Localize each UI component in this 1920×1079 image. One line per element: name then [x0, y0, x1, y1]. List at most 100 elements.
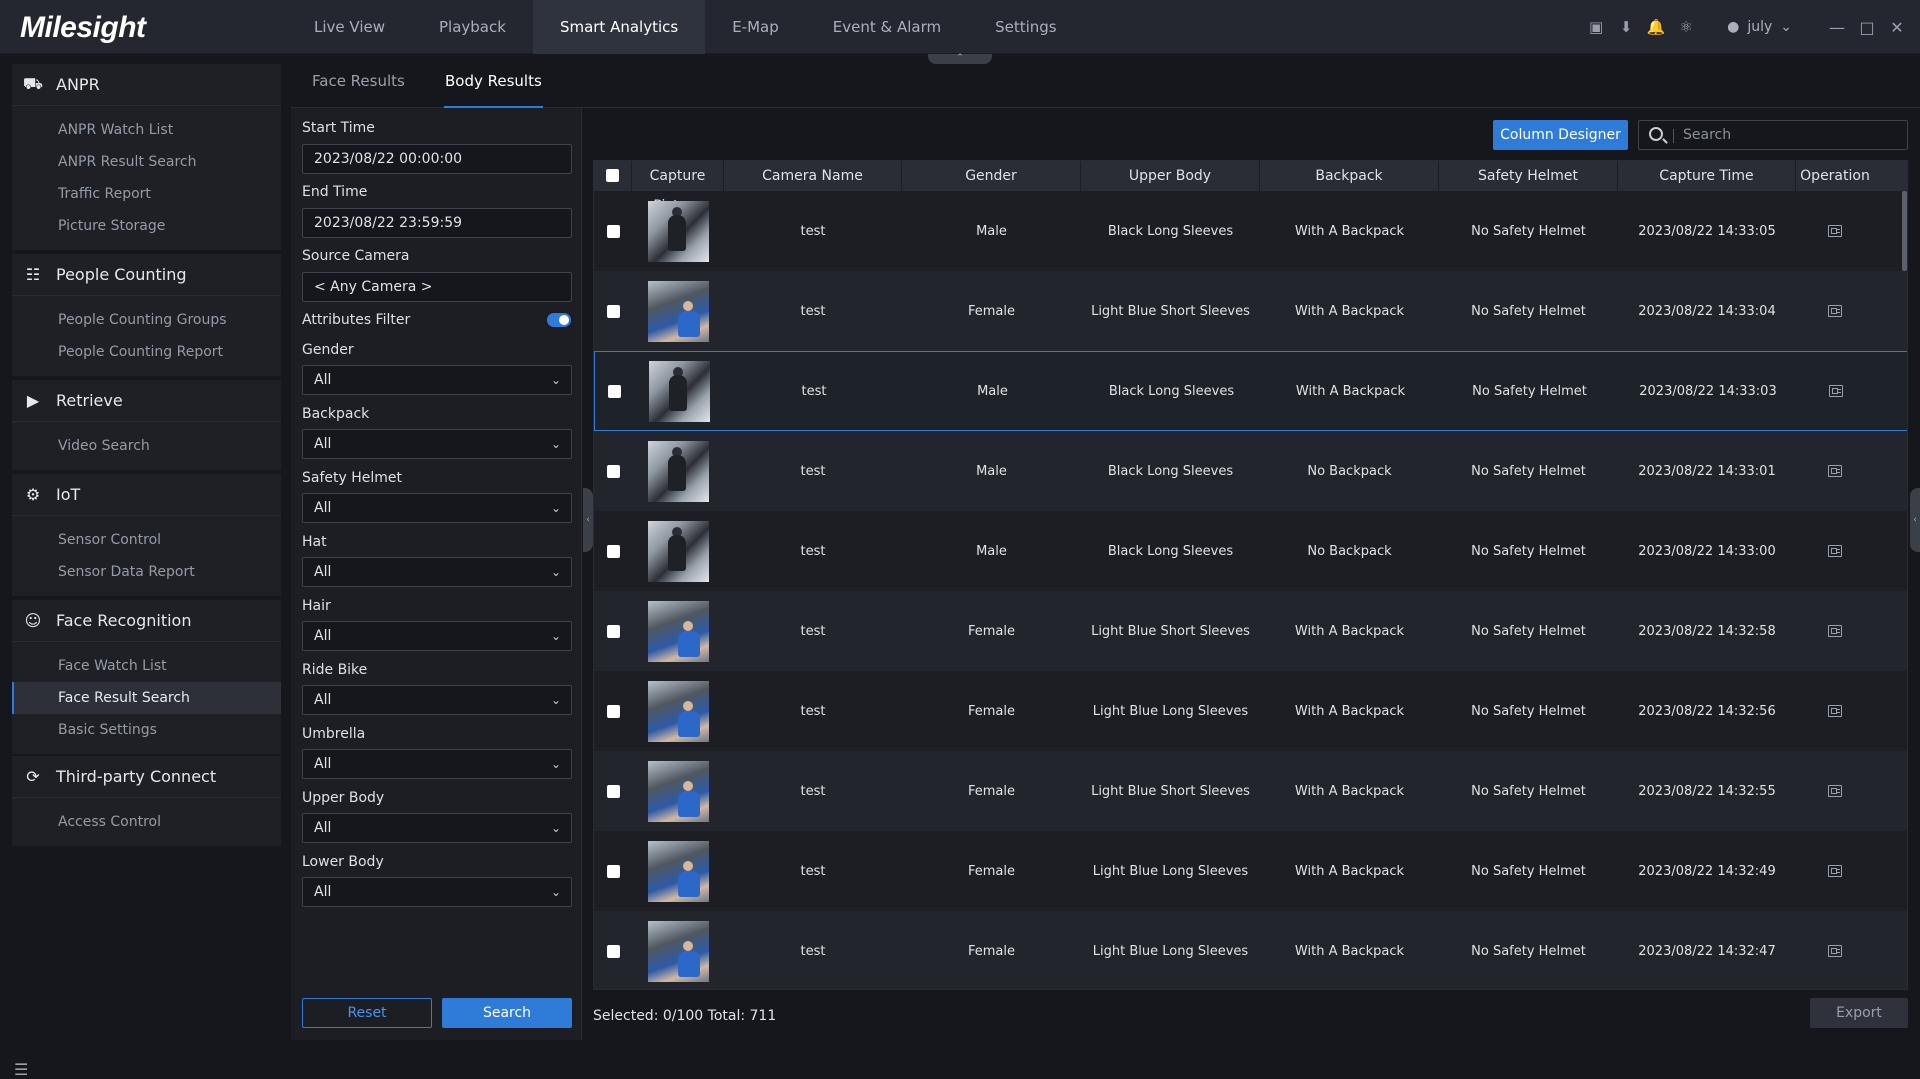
attributes-filter-toggle[interactable]	[547, 313, 571, 327]
capture-thumbnail[interactable]	[647, 760, 709, 822]
hair-select[interactable]: All ⌄	[302, 621, 572, 651]
capture-thumbnail[interactable]	[647, 840, 709, 902]
capture-thumbnail[interactable]	[647, 680, 709, 742]
sidebar-item-people-counting-report[interactable]: People Counting Report	[12, 336, 281, 368]
column-designer-button[interactable]: Column Designer	[1493, 120, 1628, 150]
sidebar-item-sensor-data-report[interactable]: Sensor Data Report	[12, 556, 281, 588]
capture-thumbnail[interactable]	[647, 520, 709, 582]
sidebar-item-basic-settings[interactable]: Basic Settings	[12, 714, 281, 746]
ride-bike-select[interactable]: All ⌄	[302, 685, 572, 715]
capture-thumbnail[interactable]	[647, 200, 709, 262]
table-scrollbar[interactable]	[1902, 191, 1907, 271]
table-row[interactable]: test Male Black Long Sleeves With A Backpac…	[594, 191, 1907, 271]
row-checkbox[interactable]	[606, 224, 620, 238]
detail-icon[interactable]	[1828, 545, 1842, 557]
table-row[interactable]: test Male Black Long Sleeves No Backpack No …	[594, 511, 1907, 591]
group-anpr-header[interactable]: ⛟ ANPR	[12, 64, 281, 106]
detail-icon[interactable]	[1828, 465, 1842, 477]
group-people-counting-header[interactable]: ☷ People Counting	[12, 254, 281, 296]
detail-icon[interactable]	[1828, 705, 1842, 717]
table-row[interactable]: test Female Light Blue Short Sleeves With A…	[594, 751, 1907, 831]
close-icon[interactable]: ✕	[1882, 18, 1912, 37]
capture-thumbnail[interactable]	[647, 920, 709, 982]
sidebar-item-anpr-watch-list[interactable]: ANPR Watch List	[12, 114, 281, 146]
minimize-icon[interactable]: —	[1822, 18, 1852, 37]
person-head	[682, 860, 693, 871]
table-row[interactable]: test Male Black Long Sleeves With A Backpac…	[594, 351, 1907, 431]
sidebar-item-sensor-control[interactable]: Sensor Control	[12, 524, 281, 556]
sidebar-item-face-result-search[interactable]: Face Result Search	[12, 682, 281, 714]
sidebar-item-people-counting-groups[interactable]: People Counting Groups	[12, 304, 281, 336]
nav-smart-analytics[interactable]: Smart Analytics	[532, 0, 706, 54]
sidebar-item-face-watch-list[interactable]: Face Watch List	[12, 650, 281, 682]
sidebar-item-picture-storage[interactable]: Picture Storage	[12, 210, 281, 242]
row-checkbox[interactable]	[606, 704, 620, 718]
row-checkbox[interactable]	[606, 944, 620, 958]
gender-label: Gender	[302, 342, 354, 358]
row-checkbox[interactable]	[606, 304, 620, 318]
menu-icon[interactable]: ☰	[14, 1060, 28, 1079]
reset-button[interactable]: Reset	[302, 998, 432, 1028]
export-button[interactable]: Export	[1810, 998, 1908, 1028]
group-face-recognition-header[interactable]: ☺ Face Recognition	[12, 600, 281, 642]
sidebar-item-anpr-result-search[interactable]: ANPR Result Search	[12, 146, 281, 178]
row-checkbox[interactable]	[606, 864, 620, 878]
capture-thumbnail[interactable]	[647, 600, 709, 662]
capture-thumbnail[interactable]	[647, 280, 709, 342]
maximize-icon[interactable]: □	[1852, 18, 1882, 37]
table-row[interactable]: test Male Black Long Sleeves No Backpack No …	[594, 431, 1907, 511]
collapse-right-handle[interactable]: ‹	[1910, 488, 1920, 552]
user-menu[interactable]: ● july ⌄	[1727, 19, 1792, 35]
row-checkbox[interactable]	[606, 544, 620, 558]
source-camera-input[interactable]: < Any Camera >	[302, 272, 572, 302]
capture-thumbnail[interactable]	[648, 360, 710, 422]
end-time-input[interactable]: 2023/08/22 23:59:59	[302, 208, 572, 238]
tab-face-results[interactable]: Face Results	[312, 54, 405, 108]
nav-settings[interactable]: Settings	[968, 0, 1084, 54]
gender-select[interactable]: All ⌄	[302, 365, 572, 395]
nav-live-view[interactable]: Live View	[287, 0, 412, 54]
detail-icon[interactable]	[1828, 625, 1842, 637]
select-all-checkbox[interactable]	[606, 169, 619, 182]
tab-body-results[interactable]: Body Results	[444, 54, 543, 108]
group-iot-header[interactable]: ⚙ IoT	[12, 474, 281, 516]
nav-e-map[interactable]: E-Map	[705, 0, 806, 54]
backpack-select[interactable]: All ⌄	[302, 429, 572, 459]
sidebar-item-video-search[interactable]: Video Search	[12, 430, 281, 462]
row-checkbox[interactable]	[606, 464, 620, 478]
detail-icon[interactable]	[1828, 865, 1842, 877]
safety-helmet-select[interactable]: All ⌄	[302, 493, 572, 523]
table-row[interactable]: test Female Light Blue Long Sleeves With A …	[594, 831, 1907, 911]
alarm-icon[interactable]: ⚛	[1671, 0, 1701, 54]
sidebar-item-access-control[interactable]: Access Control	[12, 806, 281, 838]
table-row[interactable]: test Female Light Blue Short Sleeves With A…	[594, 591, 1907, 671]
detail-icon[interactable]	[1828, 785, 1842, 797]
row-checkbox[interactable]	[607, 384, 621, 398]
row-checkbox[interactable]	[606, 624, 620, 638]
nav-playback[interactable]: Playback	[412, 0, 533, 54]
search-icon[interactable]	[1649, 127, 1663, 141]
table-row[interactable]: test Female Light Blue Long Sleeves With A …	[594, 911, 1907, 989]
bell-icon[interactable]: 🔔	[1641, 0, 1671, 54]
sidebar-item-traffic-report[interactable]: Traffic Report	[12, 178, 281, 210]
hat-select[interactable]: All ⌄	[302, 557, 572, 587]
detail-icon[interactable]	[1828, 225, 1842, 237]
detail-icon[interactable]	[1829, 385, 1843, 397]
table-row[interactable]: test Female Light Blue Short Sleeves With A…	[594, 271, 1907, 351]
nav-event-alarm[interactable]: Event & Alarm	[806, 0, 968, 54]
group-third-party-connect-header[interactable]: ⟳ Third-party Connect	[12, 756, 281, 798]
table-row[interactable]: test Female Light Blue Long Sleeves With A …	[594, 671, 1907, 751]
detail-icon[interactable]	[1828, 945, 1842, 957]
group-retrieve-header[interactable]: ▶ Retrieve	[12, 380, 281, 422]
capture-thumbnail[interactable]	[647, 440, 709, 502]
search-input[interactable]	[1683, 121, 1903, 149]
upper-body-select[interactable]: All ⌄	[302, 813, 572, 843]
row-checkbox[interactable]	[606, 784, 620, 798]
image-icon[interactable]: ▣	[1581, 0, 1611, 54]
detail-icon[interactable]	[1828, 305, 1842, 317]
download-icon[interactable]: ⬇	[1611, 0, 1641, 54]
umbrella-select[interactable]: All ⌄	[302, 749, 572, 779]
search-button[interactable]: Search	[442, 998, 572, 1028]
start-time-input[interactable]: 2023/08/22 00:00:00	[302, 144, 572, 174]
lower-body-select[interactable]: All ⌄	[302, 877, 572, 907]
